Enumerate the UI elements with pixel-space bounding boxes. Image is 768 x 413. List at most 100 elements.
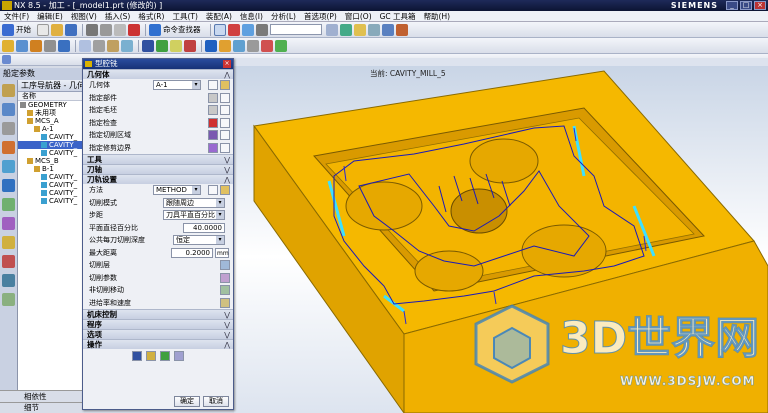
move-icon[interactable] bbox=[275, 39, 287, 52]
stepover-select[interactable]: 刀具平直百分比 ▾ bbox=[163, 210, 225, 220]
point-icon[interactable] bbox=[233, 39, 245, 52]
display-part-icon[interactable] bbox=[220, 92, 230, 103]
specify-check-row[interactable]: 指定检查 bbox=[83, 117, 233, 130]
edit-geometry-button[interactable] bbox=[220, 80, 230, 90]
create-method-icon[interactable] bbox=[44, 39, 56, 52]
menu-info[interactable]: 信息(I) bbox=[236, 11, 267, 22]
part-selector-icon[interactable] bbox=[208, 92, 218, 103]
verify-icon[interactable] bbox=[160, 351, 170, 361]
shop-doc-icon[interactable] bbox=[184, 39, 196, 52]
open-icon[interactable] bbox=[51, 23, 63, 36]
display-icon[interactable] bbox=[353, 23, 366, 36]
new-method-button[interactable] bbox=[208, 185, 218, 195]
specify-cut-area-row[interactable]: 指定切削区域 bbox=[83, 129, 233, 142]
section-icon[interactable] bbox=[395, 23, 408, 36]
tree-node[interactable]: CAVITY_ bbox=[18, 173, 83, 181]
actions-section-header[interactable]: 操作 ⋀ bbox=[83, 339, 233, 349]
feature-icon[interactable] bbox=[261, 39, 273, 52]
tree-node[interactable]: CAVITY_ bbox=[18, 141, 83, 149]
replay-icon[interactable] bbox=[146, 351, 156, 361]
close-button[interactable]: × bbox=[754, 1, 766, 10]
feeds-speeds-row[interactable]: 进给率和速度 bbox=[83, 297, 233, 310]
axis-section-header[interactable]: 刀轴 ⋁ bbox=[83, 164, 233, 174]
depth-select[interactable]: 恒定 ▾ bbox=[173, 235, 225, 245]
verify-path-icon[interactable] bbox=[156, 39, 168, 52]
tree-node[interactable]: B-1 bbox=[18, 165, 83, 173]
delete-icon[interactable] bbox=[128, 23, 140, 36]
geometry-section-header[interactable]: 几何体 ⋀ bbox=[83, 69, 233, 79]
menu-file[interactable]: 文件(F) bbox=[0, 11, 33, 22]
menu-insert[interactable]: 插入(S) bbox=[101, 11, 135, 22]
menu-analysis[interactable]: 分析(L) bbox=[267, 11, 300, 22]
paste-icon[interactable] bbox=[114, 23, 126, 36]
dialog-close-button[interactable]: × bbox=[223, 60, 231, 68]
tree-node[interactable]: MCS_A bbox=[18, 117, 83, 125]
tree-node[interactable]: GEOMETRY bbox=[18, 101, 83, 109]
cut-params-icon[interactable] bbox=[220, 272, 230, 283]
program-section-header[interactable]: 程序 ⋁ bbox=[83, 319, 233, 329]
menu-tools[interactable]: 工具(T) bbox=[168, 11, 201, 22]
save-icon[interactable] bbox=[65, 23, 77, 36]
roles-icon[interactable] bbox=[2, 255, 15, 268]
generate-icon[interactable] bbox=[132, 351, 142, 361]
machine-control-section-header[interactable]: 机床控制 ⋁ bbox=[83, 309, 233, 319]
part-navigator-icon[interactable] bbox=[2, 122, 15, 135]
command-finder-button[interactable]: 命令查找器 bbox=[163, 24, 201, 35]
cancel-button[interactable]: 取消 bbox=[203, 395, 229, 407]
browser-icon[interactable] bbox=[2, 179, 15, 192]
menu-edit[interactable]: 编辑(E) bbox=[33, 11, 67, 22]
specify-trim-row[interactable]: 指定修剪边界 bbox=[83, 142, 233, 155]
menu-help[interactable]: 帮助(H) bbox=[420, 11, 455, 22]
tool-section-header[interactable]: 工具 ⋁ bbox=[83, 154, 233, 164]
edit-method-button[interactable] bbox=[220, 185, 230, 195]
create-program-icon[interactable] bbox=[2, 39, 14, 52]
blank-selector-icon[interactable] bbox=[208, 105, 218, 115]
max-distance-input[interactable]: 0.2000 bbox=[171, 247, 213, 258]
datum-icon[interactable] bbox=[219, 39, 231, 52]
create-operation-icon[interactable] bbox=[58, 39, 70, 52]
specify-blank-row[interactable]: 指定毛坯 bbox=[83, 104, 233, 117]
sketch-icon[interactable] bbox=[205, 39, 217, 52]
tree-node[interactable]: 未用项 bbox=[18, 109, 83, 117]
max-distance-unit[interactable]: mm bbox=[215, 247, 229, 258]
name-column-header[interactable]: 名称 bbox=[18, 92, 83, 101]
method-view-icon[interactable] bbox=[121, 39, 133, 52]
process-studio-icon[interactable] bbox=[2, 236, 15, 249]
machine-view-icon[interactable] bbox=[93, 39, 105, 52]
history-icon[interactable] bbox=[2, 198, 15, 211]
cut-mode-select[interactable]: 跟随周边 ▾ bbox=[163, 197, 225, 208]
reuse-library-icon[interactable] bbox=[2, 141, 15, 154]
create-tool-icon[interactable] bbox=[16, 39, 28, 52]
machine-navigator-icon[interactable] bbox=[2, 103, 15, 116]
analysis-icon[interactable] bbox=[381, 23, 394, 36]
program-view-icon[interactable] bbox=[79, 39, 91, 52]
geometry-view-icon[interactable] bbox=[107, 39, 119, 52]
options-section-header[interactable]: 选项 ⋁ bbox=[83, 329, 233, 339]
method-select[interactable]: METHOD ▾ bbox=[153, 185, 201, 195]
feeds-speeds-icon[interactable] bbox=[220, 297, 230, 308]
display-check-icon[interactable] bbox=[220, 117, 230, 128]
cut-area-selector-icon[interactable] bbox=[208, 130, 218, 140]
display-blank-icon[interactable] bbox=[220, 105, 230, 115]
maximize-button[interactable]: □ bbox=[740, 1, 752, 10]
view-combo[interactable] bbox=[269, 24, 322, 35]
specify-part-row[interactable]: 指定部件 bbox=[83, 92, 233, 105]
menu-window[interactable]: 窗口(O) bbox=[341, 11, 376, 22]
check-selector-icon[interactable] bbox=[208, 117, 218, 128]
menu-format[interactable]: 格式(R) bbox=[134, 11, 168, 22]
grid-icon[interactable] bbox=[367, 23, 380, 36]
noncut-moves-icon[interactable] bbox=[220, 285, 230, 295]
list-icon[interactable] bbox=[174, 351, 184, 361]
details-panel[interactable]: 细节 bbox=[0, 402, 84, 413]
generate-path-icon[interactable] bbox=[142, 39, 154, 52]
wcs-icon[interactable] bbox=[325, 23, 338, 36]
menu-assembly[interactable]: 装配(A) bbox=[202, 11, 236, 22]
tree-node[interactable]: MCS_B bbox=[18, 157, 83, 165]
tree-node[interactable]: CAVITY_ bbox=[18, 133, 83, 141]
new-icon[interactable] bbox=[37, 23, 49, 36]
new-geometry-button[interactable] bbox=[208, 80, 218, 90]
minimize-button[interactable]: _ bbox=[726, 1, 738, 10]
display-trim-icon[interactable] bbox=[220, 142, 230, 153]
system-materials-icon[interactable] bbox=[2, 217, 15, 230]
palette-icon[interactable] bbox=[2, 293, 15, 306]
